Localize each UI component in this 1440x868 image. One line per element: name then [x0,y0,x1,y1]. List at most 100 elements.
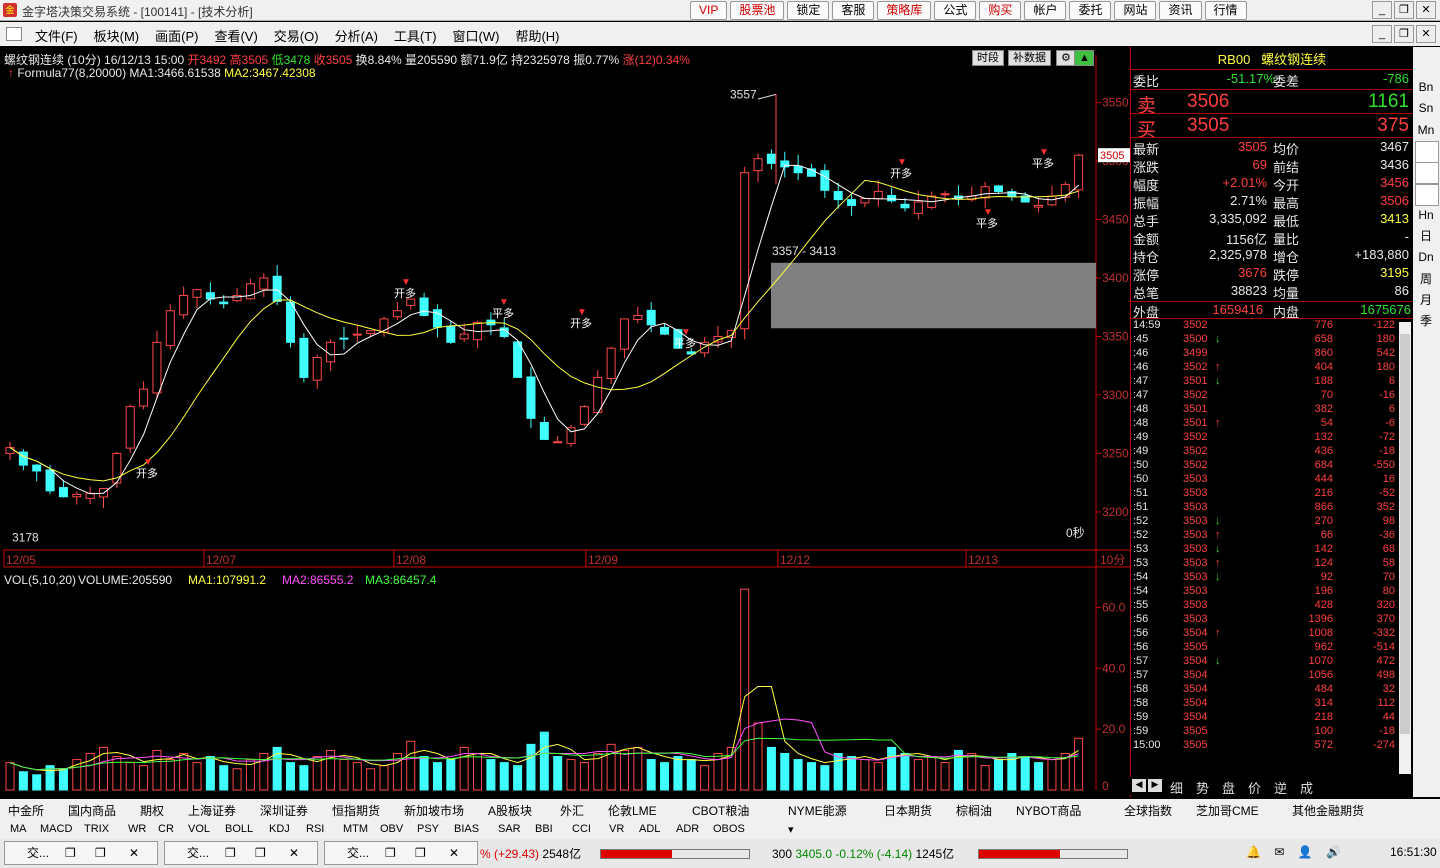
maximize-icon[interactable]: ❐ [95,842,106,864]
indicator-tab-18[interactable]: ADR [676,823,699,835]
top-button-7[interactable]: 帐户 [1024,1,1067,20]
period-button-11[interactable]: 季 [1415,311,1437,331]
market-tab-3[interactable]: 上海证券 [188,802,236,819]
restore-icon[interactable]: ❐ [385,842,396,864]
task-window-0[interactable]: 交... ❐ ❐ ✕ [4,841,158,865]
market-tab-10[interactable]: CBOT粮油 [692,802,749,819]
market-tab-14[interactable]: NYBOT商品 [1016,802,1081,819]
market-tab-12[interactable]: 日本期货 [884,802,932,819]
top-button-1[interactable]: 股票池 [730,1,785,20]
market-tab-6[interactable]: 新加坡市场 [404,802,464,819]
close-icon[interactable]: ✕ [1416,1,1436,19]
maximize-icon[interactable]: ❐ [415,842,426,864]
menu-item-0[interactable]: 文件(F) [35,26,78,45]
market-tab-17[interactable]: 其他金融期货 [1292,802,1364,819]
top-button-2[interactable]: 锁定 [787,1,830,20]
indicator-tab-6[interactable]: BOLL [225,823,253,835]
market-tab-16[interactable]: 芝加哥CME [1196,802,1259,819]
market-tab-8[interactable]: 外汇 [560,802,584,819]
minimize-icon[interactable]: _ [1372,1,1392,19]
period-button-4[interactable] [1415,162,1439,185]
period-button-1[interactable]: Sn [1415,98,1437,118]
indicator-tab-5[interactable]: VOL [188,823,210,835]
maximize-icon[interactable]: ❐ [255,842,266,864]
close-icon[interactable]: ✕ [449,842,459,864]
market-tab-5[interactable]: 恒指期货 [332,802,380,819]
restore-icon[interactable]: ❐ [65,842,76,864]
close-icon[interactable]: ✕ [289,842,299,864]
indicator-tab-10[interactable]: OBV [380,823,403,835]
indicator-tab-0[interactable]: MA [10,823,27,835]
close-icon[interactable]: ✕ [129,842,139,864]
tab-prev-icon[interactable]: ◀ [1132,779,1146,792]
indicator-tab-17[interactable]: ADL [639,823,660,835]
quote-tab-2[interactable]: 盘 [1222,778,1235,797]
menu-item-4[interactable]: 交易(O) [274,26,319,45]
indicator-tab-9[interactable]: MTM [343,823,368,835]
indicator-tab-1[interactable]: MACD [40,823,72,835]
tick-scrollbar[interactable] [1399,322,1411,774]
market-tab-11[interactable]: NYME能源 [788,802,847,819]
restore-icon[interactable]: ❐ [1394,1,1414,19]
market-tab-9[interactable]: 伦敦LME [608,802,657,819]
quote-tab-3[interactable]: 价 [1248,778,1261,797]
minimize-icon[interactable]: _ [1372,25,1392,43]
period-button-5[interactable] [1415,183,1439,206]
indicator-tab-19[interactable]: OBOS [713,823,745,835]
indicator-tab-12[interactable]: BIAS [454,823,479,835]
period-button-3[interactable] [1415,140,1439,163]
menu-item-2[interactable]: 画面(P) [155,26,198,45]
indicator-tab-11[interactable]: PSY [417,823,439,835]
quote-tab-4[interactable]: 逆 [1274,778,1287,797]
doc-icon[interactable] [6,27,22,41]
restore-icon[interactable]: ❐ [1394,25,1414,43]
market-tab-15[interactable]: 全球指数 [1124,802,1172,819]
indicator-tab-7[interactable]: KDJ [269,823,290,835]
market-tab-0[interactable]: 中金所 [8,802,44,819]
menu-item-7[interactable]: 窗口(W) [453,26,500,45]
period-button-8[interactable]: Dn [1415,247,1437,267]
period-button-7[interactable]: 日 [1415,226,1437,246]
menu-item-8[interactable]: 帮助(H) [515,26,559,45]
top-button-3[interactable]: 客服 [832,1,875,20]
top-button-4[interactable]: 策略库 [877,1,932,20]
menu-item-5[interactable]: 分析(A) [335,26,378,45]
period-button-9[interactable]: 周 [1415,269,1437,289]
quote-tab-5[interactable]: 成 [1300,778,1313,797]
market-tab-2[interactable]: 期权 [140,802,164,819]
task-window-2[interactable]: 交... ❐ ❐ ✕ [324,841,478,865]
indicator-tab-13[interactable]: SAR [498,823,521,835]
sound-icon[interactable]: 🔊 [1326,845,1341,859]
period-button-10[interactable]: 月 [1415,290,1437,310]
top-button-0[interactable]: VIP [690,1,728,20]
chart-area[interactable]: 螺纹钢连续 (10分) 16/12/13 15:00 开3492 高3505 低… [0,47,1130,797]
top-button-9[interactable]: 网站 [1114,1,1157,20]
market-tab-4[interactable]: 深圳证券 [260,802,308,819]
close-icon[interactable]: ✕ [1416,25,1436,43]
top-button-11[interactable]: 行情 [1204,1,1247,20]
person-icon[interactable]: 👤 [1298,845,1313,859]
bell-icon[interactable]: 🔔 [1246,845,1261,859]
kline-chart[interactable]: 3200325033003350340034503500355012/0512/… [0,47,1130,797]
top-button-8[interactable]: 委托 [1069,1,1112,20]
quote-tab-1[interactable]: 势 [1196,778,1209,797]
period-button-0[interactable]: Bn [1415,77,1437,97]
indicator-tab-3[interactable]: WR [128,823,146,835]
market-tab-13[interactable]: 棕榈油 [956,802,992,819]
mail-icon[interactable]: ✉ [1274,845,1284,859]
period-button-2[interactable]: Mn [1415,120,1437,140]
indicator-tab-15[interactable]: CCI [572,823,591,835]
top-button-6[interactable]: 购买 [979,1,1022,20]
indicator-more-icon[interactable]: ▾ [788,823,794,836]
indicator-tab-16[interactable]: VR [609,823,624,835]
tab-next-icon[interactable]: ▶ [1148,779,1162,792]
top-button-5[interactable]: 公式 [934,1,977,20]
task-window-1[interactable]: 交... ❐ ❐ ✕ [164,841,318,865]
market-tab-1[interactable]: 国内商品 [68,802,116,819]
indicator-tab-14[interactable]: BBI [535,823,553,835]
indicator-tab-2[interactable]: TRIX [84,823,109,835]
market-tab-7[interactable]: A股板块 [488,802,532,819]
indicator-tab-4[interactable]: CR [158,823,174,835]
menu-item-6[interactable]: 工具(T) [394,26,437,45]
restore-icon[interactable]: ❐ [225,842,236,864]
